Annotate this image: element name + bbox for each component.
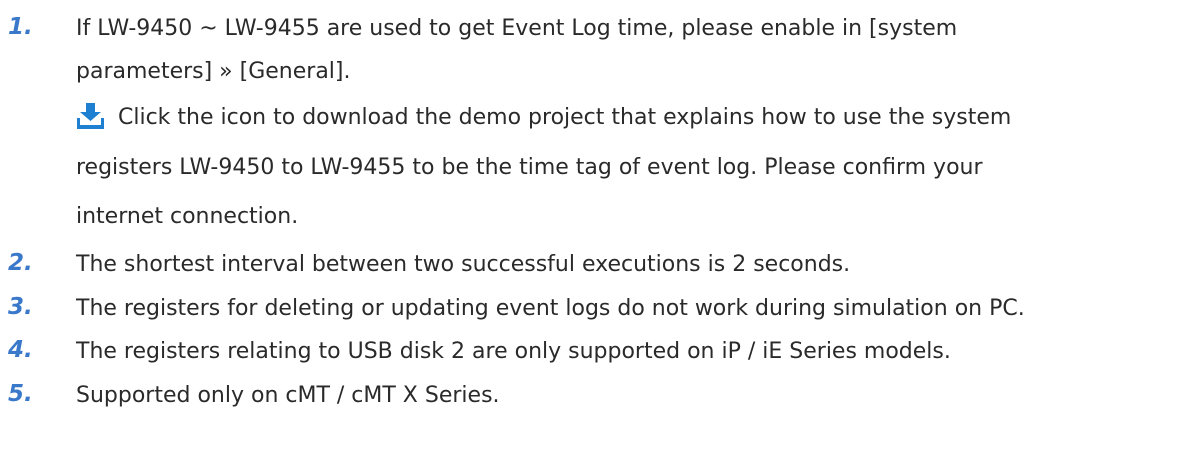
note-number: 5. <box>8 381 33 407</box>
notes-list: 1. If LW-9450 ~ LW-9455 are used to get … <box>0 0 1187 453</box>
note-number: 2. <box>8 250 33 276</box>
download-text: internet connection. <box>76 204 299 229</box>
note-text: The registers relating to USB disk 2 are… <box>76 339 951 364</box>
note-text: Supported only on cMT / cMT X Series. <box>76 383 500 408</box>
note-text: The registers for deleting or updating e… <box>76 296 1025 321</box>
download-text: registers LW-9450 to LW-9455 to be the t… <box>76 155 983 180</box>
note-number: 3. <box>8 294 33 320</box>
download-icon[interactable] <box>76 103 105 130</box>
download-text: Click the icon to download the demo proj… <box>118 105 1012 130</box>
note-text: parameters] » [General]. <box>76 59 351 84</box>
note-number: 4. <box>8 337 33 363</box>
note-number: 1. <box>8 14 33 40</box>
note-text: If LW-9450 ~ LW-9455 are used to get Eve… <box>76 16 958 41</box>
note-text: The shortest interval between two succes… <box>76 252 851 277</box>
